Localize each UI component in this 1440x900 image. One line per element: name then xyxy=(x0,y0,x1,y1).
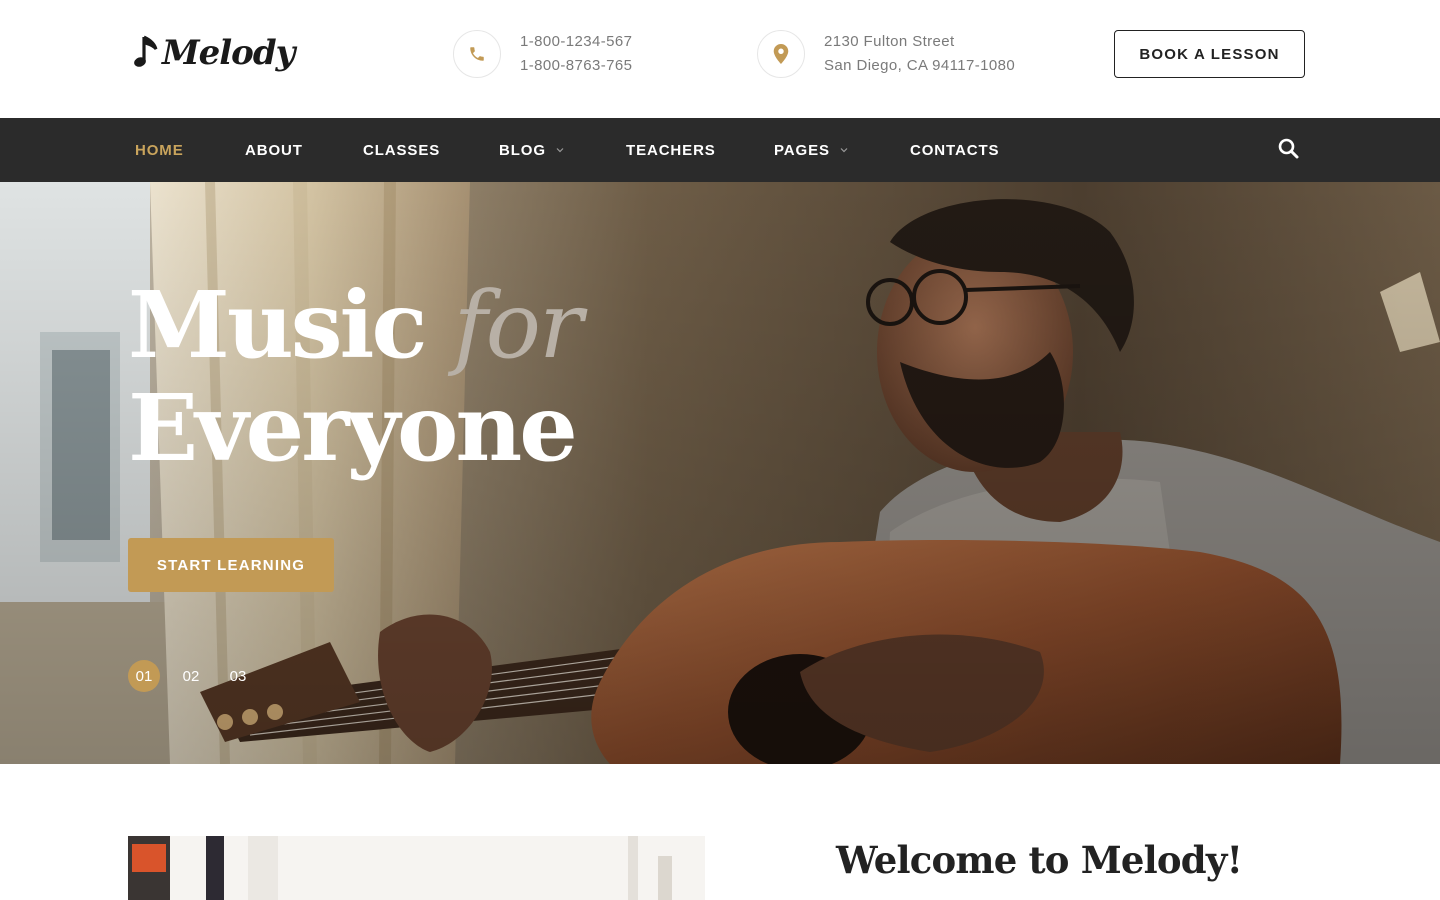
hero-title-line-2: Everyone xyxy=(128,374,578,482)
nav-item-blog[interactable]: BLOG xyxy=(499,118,564,182)
phone-number-1[interactable]: 1-800-1234-567 xyxy=(520,30,632,54)
welcome-heading: Welcome to Melody! xyxy=(836,838,1243,882)
nav-item-contacts[interactable]: CONTACTS xyxy=(910,118,999,182)
studio-photo xyxy=(128,836,705,900)
location-pin-icon xyxy=(773,44,789,64)
nav-label: CONTACTS xyxy=(910,141,1000,159)
phone-icon xyxy=(470,47,484,61)
hero-slider: Music for Everyone START LEARNING 01 02 … xyxy=(0,182,1440,764)
hero-title-word-1: Music xyxy=(128,271,427,379)
location-icon-circle xyxy=(757,30,805,78)
chevron-down-icon xyxy=(556,148,564,153)
search-icon[interactable] xyxy=(1276,136,1302,162)
nav-item-classes[interactable]: CLASSES xyxy=(363,118,440,182)
phone-contact: 1-800-1234-567 1-800-8763-765 xyxy=(453,30,632,78)
brand-logo[interactable]: Melody xyxy=(134,28,295,78)
slide-dot-3[interactable]: 03 xyxy=(222,660,254,692)
about-image xyxy=(128,836,705,900)
nav-label: ABOUT xyxy=(245,141,303,159)
slide-dot-2[interactable]: 02 xyxy=(175,660,207,692)
brand-name: Melody xyxy=(162,33,295,73)
nav-item-home[interactable]: HOME xyxy=(135,118,184,182)
nav-label: TEACHERS xyxy=(626,141,716,159)
address-contact: 2130 Fulton Street San Diego, CA 94117-1… xyxy=(757,30,1015,78)
phone-icon-circle xyxy=(453,30,501,78)
start-learning-button[interactable]: START LEARNING xyxy=(128,538,334,592)
nav-label: CLASSES xyxy=(363,141,441,159)
slide-dot-1[interactable]: 01 xyxy=(128,660,160,692)
hero-title-word-2: for xyxy=(453,272,583,379)
chevron-down-icon xyxy=(840,148,848,153)
slider-pagination: 01 02 03 xyxy=(128,660,269,692)
top-header: Melody 1-800-1234-567 1-800-8763-765 213… xyxy=(0,0,1440,118)
main-nav: HOME ABOUT CLASSES BLOG TEACHERS PAGES C… xyxy=(0,118,1440,182)
nav-label: HOME xyxy=(135,141,184,159)
nav-item-pages[interactable]: PAGES xyxy=(774,118,848,182)
address-line-2: San Diego, CA 94117-1080 xyxy=(824,57,1016,74)
nav-item-teachers[interactable]: TEACHERS xyxy=(626,118,716,182)
nav-item-about[interactable]: ABOUT xyxy=(245,118,303,182)
music-note-icon xyxy=(134,35,158,67)
book-a-lesson-button[interactable]: BOOK A LESSON xyxy=(1114,30,1305,78)
phone-number-2[interactable]: 1-800-8763-765 xyxy=(520,54,632,78)
nav-label: BLOG xyxy=(499,141,546,159)
address-line-1: 2130 Fulton Street xyxy=(824,33,955,50)
nav-label: PAGES xyxy=(774,141,830,159)
hero-title: Music for Everyone xyxy=(128,271,583,482)
